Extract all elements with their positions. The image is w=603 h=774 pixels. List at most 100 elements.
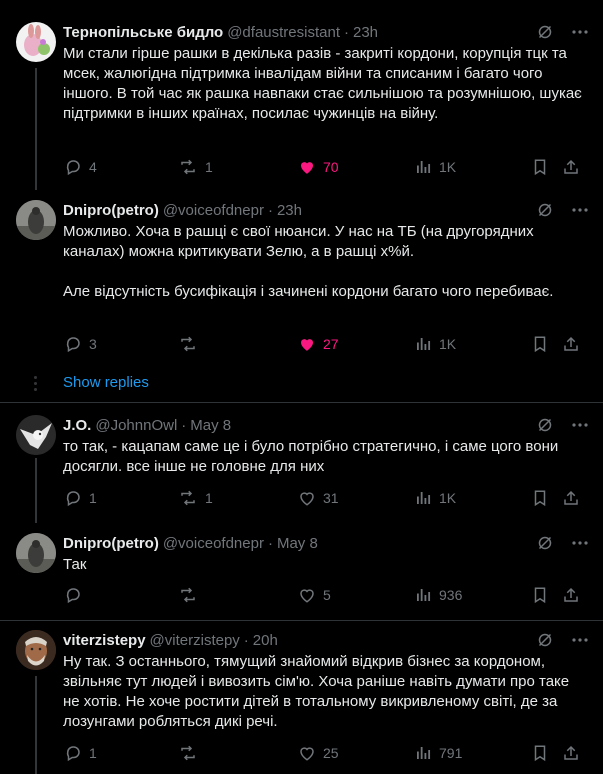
share-icon (564, 587, 578, 602)
repost-count: 1 (205, 159, 213, 175)
separator-dot: · (267, 534, 273, 552)
display-name[interactable]: Dnipro(petro) (63, 535, 159, 552)
repost-button[interactable] (178, 585, 205, 605)
like-button[interactable]: 31 (298, 488, 339, 508)
timestamp[interactable]: May 8 (277, 535, 318, 552)
thread-dot (34, 388, 37, 391)
timestamp[interactable]: 23h (353, 24, 378, 41)
tweet-header: Dnipro(petro) @voiceofdnepr · 23h (63, 200, 302, 220)
more-icon[interactable] (571, 24, 589, 40)
repost-button[interactable]: 1 (178, 488, 213, 508)
share-icon (564, 159, 578, 174)
reply-button[interactable]: 1 (64, 488, 97, 508)
bookmark-button[interactable] (532, 585, 555, 605)
like-count: 25 (323, 745, 339, 761)
more-icon[interactable] (571, 632, 589, 648)
repost-button[interactable]: 1 (178, 157, 213, 177)
avatar[interactable] (16, 200, 56, 240)
timestamp[interactable]: 20h (253, 632, 278, 649)
tweet-text: то так, - кацапам саме це і було потрібн… (63, 437, 583, 477)
user-handle[interactable]: @voiceofdnepr (163, 535, 264, 552)
bookmark-icon (534, 159, 546, 176)
bookmark-icon (534, 336, 546, 353)
like-count: 31 (323, 490, 339, 506)
bookmark-button[interactable] (532, 488, 555, 508)
timestamp[interactable]: 23h (277, 202, 302, 219)
share-button[interactable] (562, 585, 587, 605)
like-button[interactable]: 70 (298, 157, 339, 177)
avatar[interactable] (16, 415, 56, 455)
share-icon (564, 490, 578, 505)
display-name[interactable]: J.O. (63, 417, 91, 434)
user-handle[interactable]: @voiceofdnepr (163, 202, 264, 219)
grok-icon[interactable] (537, 417, 553, 433)
tweet-top-actions (537, 200, 589, 220)
show-replies-link[interactable]: Show replies (63, 374, 149, 391)
tweet-text: Ми стали гірше рашки в декілька разів - … (63, 44, 583, 124)
views-button[interactable]: 791 (414, 743, 462, 763)
more-icon[interactable] (571, 535, 589, 551)
display-name[interactable]: Dnipro(petro) (63, 202, 159, 219)
avatar[interactable] (16, 22, 56, 62)
tweet-paragraph: Ну так. З останнього, тямущий знайомий в… (63, 653, 570, 730)
bookmark-button[interactable] (532, 334, 555, 354)
display-name[interactable]: viterzistepy (63, 632, 146, 649)
bookmark-icon (534, 490, 546, 507)
views-count: 1K (439, 490, 457, 506)
bookmark-button[interactable] (532, 743, 555, 763)
display-name[interactable]: Тернопільське бидло (63, 24, 223, 41)
grok-icon[interactable] (537, 632, 553, 648)
grok-icon[interactable] (537, 202, 553, 218)
user-handle[interactable]: @JohnnOwl (95, 417, 177, 434)
views-count: 1K (439, 159, 457, 175)
reply-icon (66, 337, 80, 353)
reply-icon (66, 491, 80, 507)
grok-icon[interactable] (537, 535, 553, 551)
tweet[interactable]: J.O. @JohnnOwl · May 8 то так, - кацапам… (0, 403, 603, 523)
tweet[interactable]: Тернопільське бидло @dfaustresistant · 2… (0, 0, 603, 190)
share-button[interactable] (562, 743, 587, 763)
grok-icon[interactable] (537, 24, 553, 40)
tweet-header: Dnipro(petro) @voiceofdnepr · May 8 (63, 533, 318, 553)
tweet[interactable]: viterzistepy @viterzistepy · 20h Ну так.… (0, 621, 603, 774)
tweet-paragraph: Але відсутність бусифікація і зачинені к… (63, 283, 554, 300)
reply-button[interactable]: 3 (64, 334, 97, 354)
repost-button[interactable] (178, 743, 205, 763)
tweet[interactable]: Dnipro(petro) @voiceofdnepr · 23h Можлив… (0, 190, 603, 360)
like-count: 5 (323, 587, 331, 603)
bookmark-button[interactable] (532, 157, 555, 177)
user-handle[interactable]: @viterzistepy (150, 632, 240, 649)
tweet-text: Ну так. З останнього, тямущий знайомий в… (63, 652, 583, 732)
tweet-text: Так (63, 555, 583, 575)
like-icon (300, 589, 314, 603)
avatar[interactable] (16, 630, 56, 670)
like-button[interactable]: 5 (298, 585, 331, 605)
share-button[interactable] (562, 157, 587, 177)
repost-icon (181, 490, 195, 506)
like-button[interactable]: 25 (298, 743, 339, 763)
share-button[interactable] (562, 334, 587, 354)
views-button[interactable]: 1K (414, 488, 456, 508)
more-icon[interactable] (571, 417, 589, 433)
like-button[interactable]: 27 (298, 334, 339, 354)
views-button[interactable]: 936 (414, 585, 462, 605)
share-button[interactable] (562, 488, 587, 508)
separator-dot: · (181, 416, 187, 434)
views-button[interactable]: 1K (414, 334, 456, 354)
more-icon[interactable] (571, 202, 589, 218)
views-icon (417, 747, 431, 759)
reply-button[interactable] (64, 585, 89, 605)
tweet[interactable]: Dnipro(petro) @voiceofdnepr · May 8 Так … (0, 523, 603, 620)
avatar[interactable] (16, 533, 56, 573)
timestamp[interactable]: May 8 (190, 417, 231, 434)
tweet-top-actions (537, 22, 589, 42)
thread-line (35, 458, 37, 523)
repost-button[interactable] (178, 334, 205, 354)
reply-button[interactable]: 1 (64, 743, 97, 763)
reply-count: 1 (89, 745, 97, 761)
views-button[interactable]: 1K (414, 157, 456, 177)
user-handle[interactable]: @dfaustresistant (227, 24, 340, 41)
reply-button[interactable]: 4 (64, 157, 97, 177)
action-bar: 3 27 1K (60, 334, 580, 354)
separator-dot: · (243, 631, 249, 649)
